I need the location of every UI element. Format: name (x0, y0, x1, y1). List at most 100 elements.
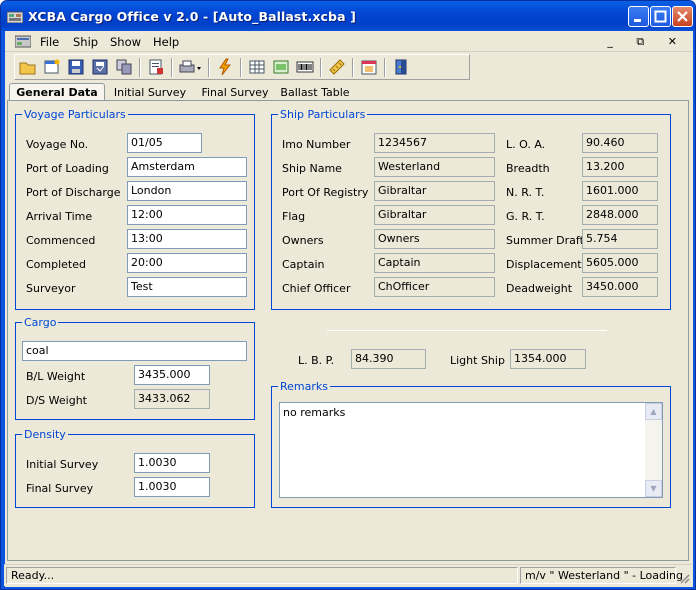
ship-name-field: Westerland (374, 157, 495, 177)
menu-help[interactable]: Help (153, 35, 179, 49)
port-of-loading-label: Port of Loading (26, 162, 109, 175)
menu-show[interactable]: Show (110, 35, 141, 49)
new-window-icon[interactable] (43, 58, 61, 76)
port-of-registry-field: Gibraltar (374, 181, 495, 201)
close-button[interactable] (672, 6, 693, 27)
flash-icon[interactable] (216, 58, 234, 76)
copy-icon[interactable] (115, 58, 133, 76)
app-icon (7, 11, 23, 23)
flag-field: Gibraltar (374, 205, 495, 225)
loa-field: 90.460 (582, 133, 658, 153)
lbp-label: L. B. P. (298, 354, 335, 367)
nrt-field: 1601.000 (582, 181, 658, 201)
arrival-time-field[interactable]: 12:00 (127, 205, 247, 225)
bl-weight-label: B/L Weight (26, 370, 86, 383)
chief-officer-label: Chief Officer (282, 282, 351, 295)
save-all-icon[interactable] (91, 58, 109, 76)
captain-field: Captain (374, 253, 495, 273)
final-density-field[interactable]: 1.0030 (134, 477, 210, 497)
captain-label: Captain (282, 258, 325, 271)
voyage-particulars-legend: Voyage Particulars (24, 108, 126, 121)
maximize-icon (654, 10, 667, 23)
initial-density-field[interactable]: 1.0030 (134, 453, 210, 473)
grid-table-icon[interactable] (248, 58, 266, 76)
surveyor-field[interactable]: Test (127, 277, 247, 297)
bl-weight-field[interactable]: 3435.000 (134, 365, 210, 385)
maximize-button[interactable] (650, 6, 671, 27)
owners-label: Owners (282, 234, 324, 247)
ruler-icon[interactable] (328, 58, 346, 76)
scroll-up-icon[interactable]: ▲ (645, 403, 662, 420)
toolbar-separator (352, 58, 354, 77)
chief-officer-field: ChOfficer (374, 277, 495, 297)
breadth-label: Breadth (506, 162, 550, 175)
surveyor-label: Surveyor (26, 282, 76, 295)
voyage-no-field[interactable]: 01/05 (127, 133, 202, 153)
remarks-scrollbar[interactable]: ▲ ▼ (645, 403, 662, 497)
density-legend: Density (24, 428, 66, 441)
remarks-textarea[interactable]: no remarks ▲ ▼ (279, 402, 663, 498)
commenced-label: Commenced (26, 234, 96, 247)
arrival-time-label: Arrival Time (26, 210, 93, 223)
open-folder-icon[interactable] (19, 58, 37, 76)
loa-label: L. O. A. (506, 138, 546, 151)
grt-label: G. R. T. (506, 210, 545, 223)
ds-weight-label: D/S Weight (26, 394, 87, 407)
print-icon[interactable] (179, 58, 203, 76)
status-vessel: m/v " Westerland " - Loading (520, 567, 683, 584)
toolbar-separator (171, 58, 173, 77)
port-of-discharge-field[interactable]: London (127, 181, 247, 201)
voyage-no-label: Voyage No. (26, 138, 89, 151)
deadweight-field: 3450.000 (582, 277, 658, 297)
ship-name-label: Ship Name (282, 162, 342, 175)
menu-bar: File Ship Show Help _ ⧉ ✕ (5, 31, 693, 52)
ship-particulars-legend: Ship Particulars (280, 108, 366, 121)
final-survey-label: Final Survey (26, 482, 94, 495)
light-ship-field: 1354.000 (510, 349, 586, 369)
summer-draft-label: Summer Draft (506, 234, 584, 247)
window-title: XCBA Cargo Office v 2.0 - [Auto_Ballast.… (28, 9, 356, 24)
save-icon[interactable] (67, 58, 85, 76)
ds-weight-field: 3433.062 (134, 389, 210, 409)
menu-ship[interactable]: Ship (73, 35, 98, 49)
port-of-registry-label: Port Of Registry (282, 186, 369, 199)
minimize-button[interactable] (628, 6, 649, 27)
completed-label: Completed (26, 258, 86, 271)
displacement-field: 5605.000 (582, 253, 658, 273)
flag-label: Flag (282, 210, 306, 223)
lbp-field: 84.390 (351, 349, 426, 369)
remarks-legend: Remarks (280, 380, 328, 393)
status-text: Ready... (6, 567, 518, 584)
imo-number-field: 1234567 (374, 133, 495, 153)
breadth-field: 13.200 (582, 157, 658, 177)
commenced-field[interactable]: 13:00 (127, 229, 247, 249)
remarks-text: no remarks (283, 406, 346, 419)
light-ship-label: Light Ship (450, 354, 505, 367)
initial-survey-label: Initial Survey (26, 458, 99, 471)
menu-file[interactable]: File (40, 35, 59, 49)
spreadsheet-icon[interactable] (272, 58, 290, 76)
paste-report-icon[interactable] (147, 58, 165, 76)
resize-grip-icon[interactable] (678, 572, 690, 584)
document-icon[interactable] (15, 34, 31, 48)
toolbar-separator (384, 58, 386, 77)
completed-field[interactable]: 20:00 (127, 253, 247, 273)
toolbar (14, 54, 470, 80)
close-icon (677, 11, 688, 22)
deadweight-label: Deadweight (506, 282, 573, 295)
title-bar[interactable]: XCBA Cargo Office v 2.0 - [Auto_Ballast.… (1, 1, 695, 31)
toolbar-separator (320, 58, 322, 77)
summer-draft-field: 5.754 (582, 229, 658, 249)
port-of-loading-field[interactable]: Amsterdam (127, 157, 247, 177)
toolbar-separator (208, 58, 210, 77)
mdi-window-controls[interactable]: _ ⧉ ✕ (607, 35, 687, 49)
exit-icon[interactable] (392, 58, 410, 76)
cargo-name-field[interactable]: coal (22, 341, 247, 361)
calendar-icon[interactable] (360, 58, 378, 76)
barcode-icon[interactable] (296, 58, 314, 76)
toolbar-separator (240, 58, 242, 77)
scroll-down-icon[interactable]: ▼ (645, 480, 662, 497)
owners-field: Owners (374, 229, 495, 249)
grt-field: 2848.000 (582, 205, 658, 225)
port-of-discharge-label: Port of Discharge (26, 186, 121, 199)
